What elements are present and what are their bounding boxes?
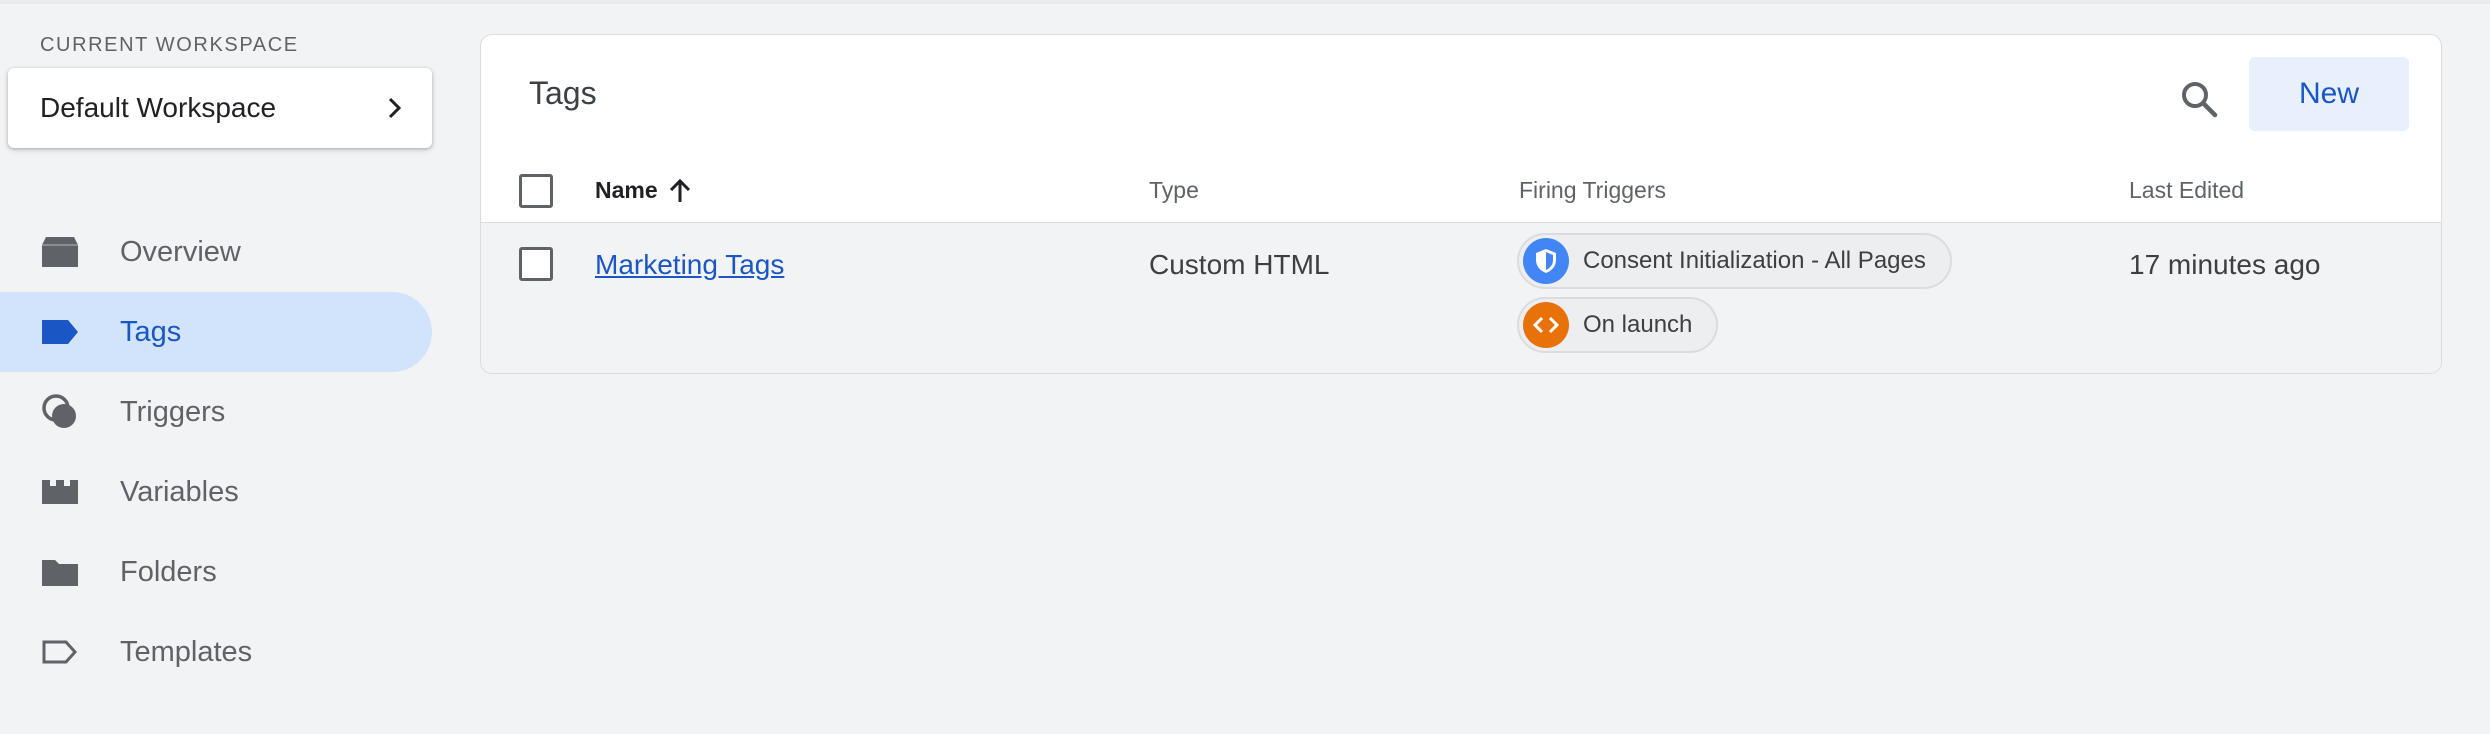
sidebar-item-overview[interactable]: Overview [0,212,432,292]
sidebar: CURRENT WORKSPACE Default Workspace Over… [0,0,440,734]
sidebar-item-label: Templates [120,635,253,668]
tag-type: Custom HTML [1149,249,1330,280]
table-header: Name Type Firing Triggers Last Edited [481,159,2441,223]
overview-icon [40,232,80,272]
tag-name-link[interactable]: Marketing Tags [595,249,784,281]
variable-icon [40,472,80,512]
sidebar-item-label: Overview [120,235,241,268]
chevron-right-icon [380,94,408,122]
sidebar-item-templates[interactable]: Templates [0,612,432,692]
search-button[interactable] [2167,67,2231,131]
folder-icon [40,552,80,592]
sidebar-item-label: Triggers [120,395,226,428]
column-header-type[interactable]: Type [1149,177,1199,204]
new-button[interactable]: New [2249,57,2409,131]
column-header-edited[interactable]: Last Edited [2129,177,2244,204]
sidebar-item-triggers[interactable]: Triggers [0,372,432,452]
sidebar-item-label: Variables [120,475,239,508]
code-icon [1523,302,1569,348]
column-header-triggers[interactable]: Firing Triggers [1519,177,1666,204]
sidebar-item-folders[interactable]: Folders [0,532,432,612]
workspace-label: CURRENT WORKSPACE [40,34,299,56]
trigger-icon [40,392,80,432]
template-icon [40,632,80,672]
last-edited: 17 minutes ago [2129,249,2321,280]
workspace-name: Default Workspace [40,92,277,123]
trigger-chip[interactable]: On launch [1517,297,1719,353]
trigger-chip[interactable]: Consent Initialization - All Pages [1517,233,1952,289]
tag-icon [40,312,80,352]
sidebar-item-label: Tags [120,315,182,348]
shield-icon [1523,238,1569,284]
sidebar-item-variables[interactable]: Variables [0,452,432,532]
sidebar-item-tags[interactable]: Tags [0,292,432,372]
column-label-name: Name [595,177,658,203]
workspace-selector[interactable]: Default Workspace [8,68,432,148]
select-all-checkbox[interactable] [519,174,553,208]
trigger-chip-label: On launch [1583,311,1693,338]
table-row: Marketing Tags Custom HTML Consent Initi… [481,223,2441,373]
tags-card: Tags New Name Type Firing Triggers Last … [480,34,2442,374]
arrow-up-icon [669,178,690,202]
sidebar-nav: Overview Tags Triggers Variables Folders [0,212,432,692]
trigger-chip-label: Consent Initialization - All Pages [1583,247,1926,274]
row-checkbox[interactable] [519,247,553,281]
sidebar-item-label: Folders [120,555,217,588]
page-title: Tags [529,75,597,111]
search-icon [2182,82,2218,118]
column-header-name[interactable]: Name [595,177,692,204]
